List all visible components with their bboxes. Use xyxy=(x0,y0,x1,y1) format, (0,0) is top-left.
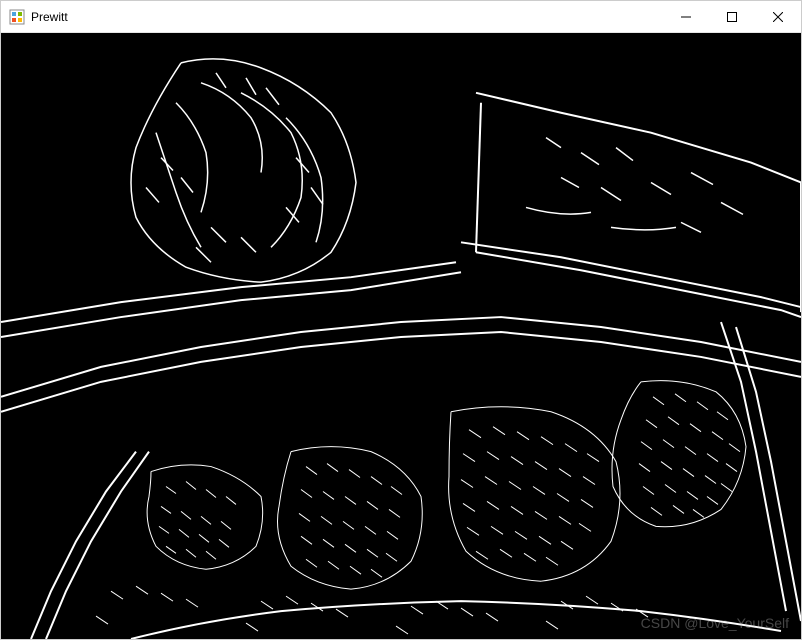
minimize-button[interactable] xyxy=(663,1,709,32)
edge-image xyxy=(1,33,801,639)
titlebar: Prewitt xyxy=(1,1,801,33)
maximize-icon xyxy=(727,12,737,22)
app-icon xyxy=(9,9,25,25)
image-viewport: CSDN @Love_YourSelf xyxy=(1,33,801,639)
window-title: Prewitt xyxy=(31,10,663,24)
maximize-button[interactable] xyxy=(709,1,755,32)
window-controls xyxy=(663,1,801,32)
close-icon xyxy=(773,12,783,22)
close-button[interactable] xyxy=(755,1,801,32)
app-window: Prewitt xyxy=(0,0,802,640)
minimize-icon xyxy=(681,12,691,22)
